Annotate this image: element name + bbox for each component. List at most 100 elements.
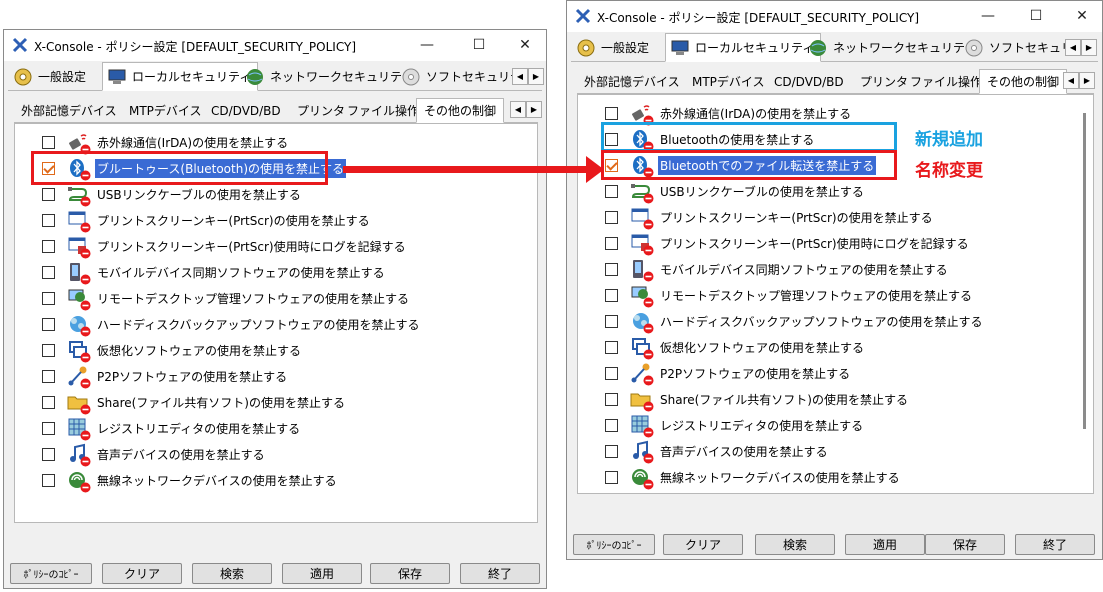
item-checkbox[interactable] — [42, 265, 55, 279]
item-label: 仮想化ソフトウェアの使用を禁止する — [660, 340, 865, 355]
item-checkbox[interactable] — [42, 135, 55, 149]
scroll-left-arrow-icon[interactable]: ◀ — [512, 68, 528, 85]
item-checkbox[interactable] — [605, 366, 618, 380]
subtab-cd-dvd-bd[interactable]: CD/DVD/BD — [204, 100, 288, 121]
minimize-button[interactable]: — — [965, 1, 1011, 31]
subtab-file-ops[interactable]: ファイル操作 — [903, 71, 989, 92]
list-item[interactable]: P2Pソフトウェアの使用を禁止する — [578, 360, 852, 386]
close-button[interactable]: ✕ — [502, 30, 546, 60]
item-checkbox[interactable] — [605, 106, 618, 120]
close-button[interactable]: ✕ — [1059, 1, 1102, 31]
subtab-external-storage[interactable]: 外部記憶デバイス — [577, 71, 687, 92]
subtab-mtp[interactable]: MTPデバイス — [122, 100, 209, 121]
item-checkbox[interactable] — [605, 392, 618, 406]
item-checkbox[interactable] — [42, 369, 55, 383]
subtab-other-controls[interactable]: その他の制御 — [416, 98, 505, 123]
list-item[interactable]: 無線ネットワークデバイスの使用を禁止する — [15, 467, 339, 493]
scroll-left-arrow-icon[interactable]: ◀ — [510, 101, 526, 118]
item-checkbox[interactable] — [605, 470, 618, 484]
clear-button[interactable]: クリア — [663, 534, 743, 555]
item-checkbox[interactable] — [42, 421, 55, 435]
scroll-left-arrow-icon[interactable]: ◀ — [1065, 39, 1081, 56]
printscreen-icon — [67, 209, 91, 233]
item-checkbox[interactable] — [42, 317, 55, 331]
apply-button[interactable]: 適用 — [845, 534, 925, 555]
list-item[interactable]: プリントスクリーンキー(PrtScr)の使用を禁止する — [578, 204, 935, 230]
list-item[interactable]: 無線ネットワークデバイスの使用を禁止する — [578, 464, 902, 490]
list-item[interactable]: 仮想化ソフトウェアの使用を禁止する — [15, 337, 303, 363]
copy-policy-button[interactable]: ﾎﾟﾘｼｰのｺﾋﾟｰ — [10, 563, 92, 584]
list-item[interactable]: 音声デバイスの使用を禁止する — [15, 441, 267, 467]
list-item[interactable]: 音声デバイスの使用を禁止する — [578, 438, 830, 464]
item-checkbox[interactable] — [605, 418, 618, 432]
subtab-file-ops[interactable]: ファイル操作 — [340, 100, 426, 121]
item-checkbox[interactable] — [605, 262, 618, 276]
item-label: USBリンクケーブルの使用を禁止する — [97, 187, 301, 202]
search-button[interactable]: 検索 — [755, 534, 835, 555]
item-checkbox[interactable] — [42, 473, 55, 487]
scroll-right-arrow-icon[interactable]: ▶ — [526, 101, 542, 118]
scroll-right-arrow-icon[interactable]: ▶ — [1079, 72, 1095, 89]
save-button[interactable]: 保存 — [925, 534, 1005, 555]
tab-network-security[interactable]: ネットワークセキュリティ — [803, 35, 983, 60]
sub-tab-scroll: ◀ ▶ — [510, 101, 542, 118]
item-checkbox[interactable] — [42, 239, 55, 253]
item-checkbox[interactable] — [605, 210, 618, 224]
tab-network-security[interactable]: ネットワークセキュリティ — [240, 64, 420, 89]
minimize-button[interactable]: — — [404, 30, 450, 60]
list-item[interactable]: プリントスクリーンキー(PrtScr)の使用を禁止する — [15, 207, 372, 233]
tab-general[interactable]: 一般設定 — [571, 35, 656, 60]
exit-button[interactable]: 終了 — [460, 563, 540, 584]
list-item[interactable]: プリントスクリーンキー(PrtScr)使用時にログを記録する — [15, 233, 408, 259]
list-item[interactable]: レジストリエディタの使用を禁止する — [578, 412, 865, 438]
item-checkbox[interactable] — [42, 291, 55, 305]
list-item[interactable]: ハードディスクバックアップソフトウェアの使用を禁止する — [15, 311, 422, 337]
item-checkbox[interactable] — [42, 395, 55, 409]
copy-policy-button[interactable]: ﾎﾟﾘｼｰのｺﾋﾟｰ — [573, 534, 655, 555]
subtab-external-storage[interactable]: 外部記憶デバイス — [14, 100, 124, 121]
item-checkbox[interactable] — [42, 213, 55, 227]
item-checkbox[interactable] — [605, 444, 618, 458]
scroll-right-arrow-icon[interactable]: ▶ — [1081, 39, 1097, 56]
list-item[interactable]: 仮想化ソフトウェアの使用を禁止する — [578, 334, 866, 360]
exit-button[interactable]: 終了 — [1015, 534, 1095, 555]
list-item[interactable]: P2Pソフトウェアの使用を禁止する — [15, 363, 289, 389]
item-checkbox[interactable] — [42, 343, 55, 357]
list-item[interactable]: リモートデスクトップ管理ソフトウェアの使用を禁止する — [578, 282, 974, 308]
main-tab-bar: 一般設定 ローカルセキュリティ ネットワークセキュリティ ソフトセキュリティ ◀… — [8, 62, 544, 91]
list-item[interactable]: Share(ファイル共有ソフト)の使用を禁止する — [578, 386, 910, 412]
list-item[interactable]: レジストリエディタの使用を禁止する — [15, 415, 302, 441]
list-item[interactable]: Share(ファイル共有ソフト)の使用を禁止する — [15, 389, 347, 415]
scrollbar-thumb[interactable] — [1083, 113, 1086, 429]
save-button[interactable]: 保存 — [370, 563, 450, 584]
infrared-icon — [630, 102, 654, 126]
list-item[interactable]: プリントスクリーンキー(PrtScr)使用時にログを記録する — [578, 230, 971, 256]
tab-local-security[interactable]: ローカルセキュリティ — [102, 62, 259, 91]
clear-button[interactable]: クリア — [102, 563, 182, 584]
apply-button[interactable]: 適用 — [282, 563, 362, 584]
subtab-other-controls[interactable]: その他の制御 — [979, 69, 1068, 94]
list-item[interactable]: リモートデスクトップ管理ソフトウェアの使用を禁止する — [15, 285, 411, 311]
subtab-cd-dvd-bd[interactable]: CD/DVD/BD — [767, 71, 851, 92]
list-item[interactable]: ハードディスクバックアップソフトウェアの使用を禁止する — [578, 308, 985, 334]
item-checkbox[interactable] — [42, 447, 55, 461]
list-item[interactable]: USBリンクケーブルの使用を禁止する — [578, 178, 866, 204]
item-checkbox[interactable] — [605, 340, 618, 354]
scroll-right-arrow-icon[interactable]: ▶ — [528, 68, 544, 85]
tab-local-security[interactable]: ローカルセキュリティ — [665, 33, 822, 62]
list-item[interactable]: モバイルデバイス同期ソフトウェアの使用を禁止する — [15, 259, 387, 285]
list-item[interactable]: モバイルデバイス同期ソフトウェアの使用を禁止する — [578, 256, 950, 282]
item-checkbox[interactable] — [605, 184, 618, 198]
item-checkbox[interactable] — [605, 314, 618, 328]
item-checkbox[interactable] — [605, 236, 618, 250]
vertical-scrollbar[interactable] — [1081, 113, 1089, 475]
maximize-button[interactable]: ☐ — [456, 30, 502, 60]
tab-general[interactable]: 一般設定 — [8, 64, 93, 89]
audio-icon — [630, 440, 654, 464]
subtab-mtp[interactable]: MTPデバイス — [685, 71, 772, 92]
scroll-left-arrow-icon[interactable]: ◀ — [1063, 72, 1079, 89]
item-checkbox[interactable] — [605, 288, 618, 302]
maximize-button[interactable]: ☐ — [1013, 1, 1059, 31]
search-button[interactable]: 検索 — [192, 563, 272, 584]
item-checkbox[interactable] — [42, 187, 55, 201]
